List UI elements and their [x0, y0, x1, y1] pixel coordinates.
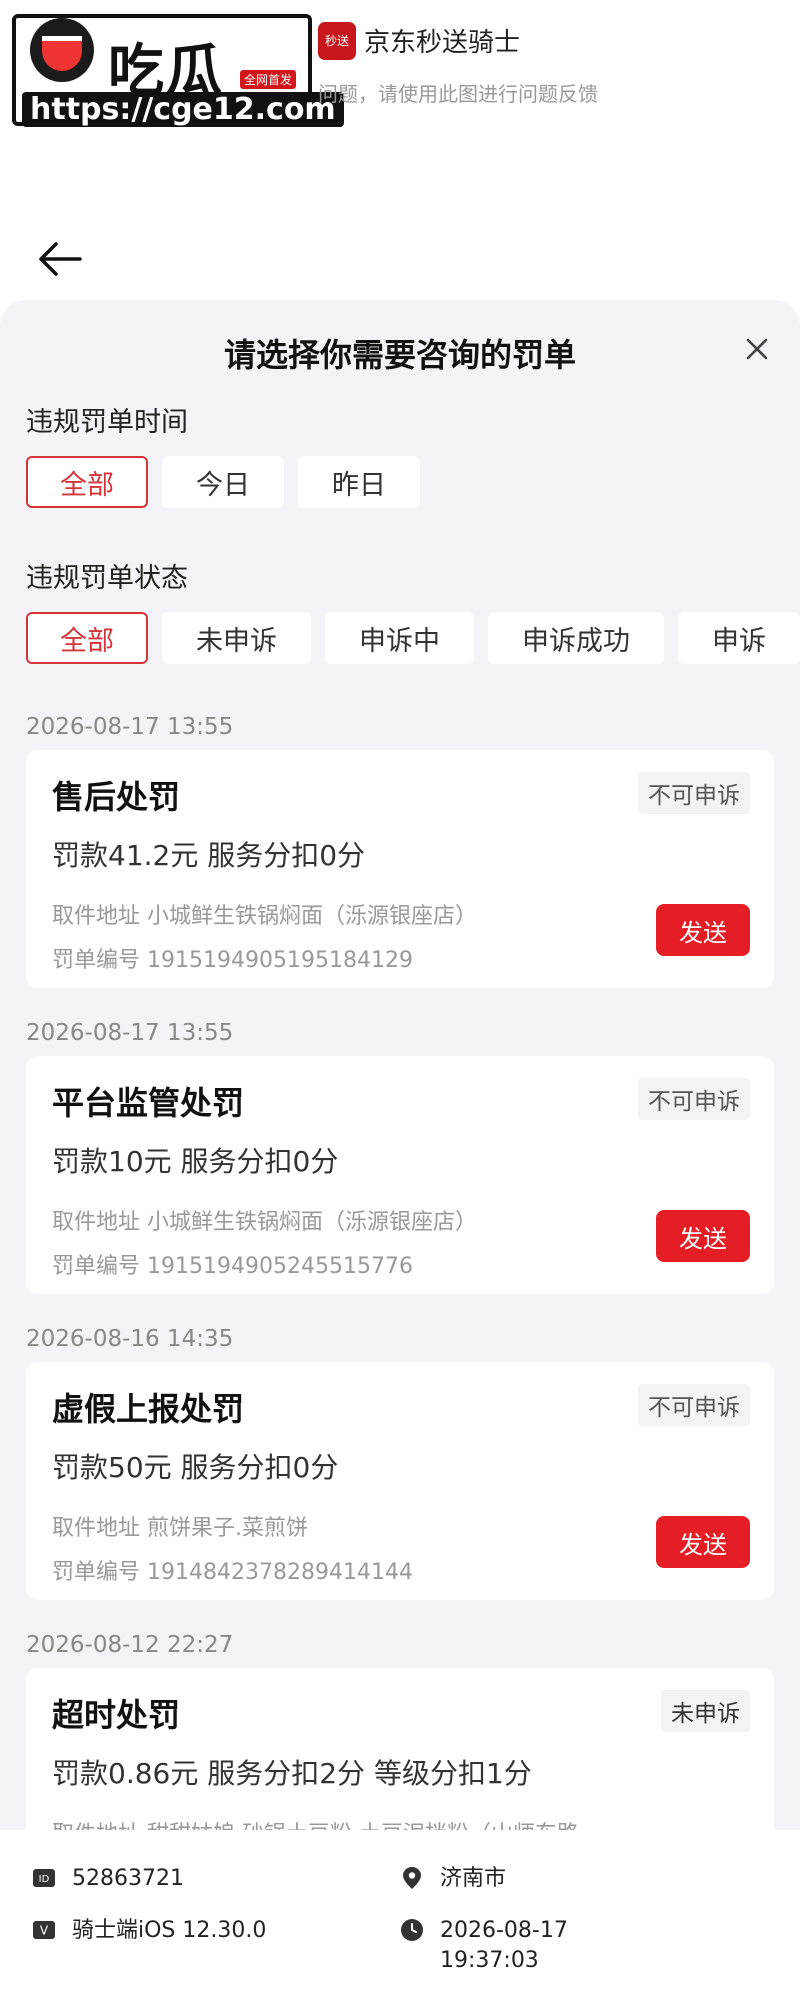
penalty-fine: 罚款0.86元 服务分扣2分 等级分扣1分: [52, 1757, 532, 1790]
datetime-date: 2026-08-17: [440, 1918, 568, 1943]
sheet-title: 请选择你需要咨询的罚单: [223, 336, 576, 374]
svg-text:V: V: [40, 1924, 49, 1938]
back-arrow-icon[interactable]: [36, 238, 86, 280]
status-chip-appeal-more[interactable]: 申诉: [678, 612, 800, 664]
watermark-tag: 全网首发: [240, 70, 297, 89]
record-date: 2026-08-16 14:35: [26, 1326, 234, 1352]
penalty-fine: 罚款50元 服务分扣0分: [52, 1451, 339, 1484]
id-icon: ID: [33, 1869, 55, 1887]
penalty-number: 罚单编号 1915194905195184129: [52, 948, 413, 973]
app-name: 京东秒送骑士: [364, 28, 521, 58]
penalty-title: 售后处罚: [52, 778, 181, 816]
penalty-title: 超时处罚: [52, 1696, 181, 1734]
penalty-title: 平台监管处罚: [52, 1084, 245, 1122]
time-filter-chips: 全部 今日 昨日: [26, 456, 420, 508]
status-chip-all[interactable]: 全部: [26, 612, 148, 664]
status-chip-appeal-success[interactable]: 申诉成功: [488, 612, 664, 664]
city-row: 济南市: [400, 1864, 506, 1894]
rider-id-row: ID 52863721: [32, 1864, 184, 1894]
clock-icon: [401, 1919, 423, 1941]
penalty-card[interactable]: 虚假上报处罚 不可申诉 罚款50元 服务分扣0分 取件地址 煎饼果子.菜煎饼 罚…: [26, 1362, 774, 1600]
status-badge: 未申诉: [661, 1690, 750, 1732]
pickup-address: 取件地址 小城鲜生铁锅焖面（泺源银座店）: [52, 1210, 477, 1235]
pickup-address: 取件地址 小城鲜生铁锅焖面（泺源银座店）: [52, 904, 477, 929]
svg-text:ID: ID: [39, 1874, 50, 1885]
client-version: 骑士端iOS 12.30.0: [72, 1918, 267, 1943]
send-button[interactable]: 发送: [656, 1210, 750, 1262]
datetime-time: 19:37:03: [440, 1948, 539, 1973]
status-chip-not-appealed[interactable]: 未申诉: [162, 612, 311, 664]
pickup-address: 取件地址 煎饼果子.菜煎饼: [52, 1516, 308, 1541]
time-chip-yesterday[interactable]: 昨日: [298, 456, 420, 508]
status-badge: 不可申诉: [638, 1384, 750, 1426]
penalty-fine: 罚款41.2元 服务分扣0分: [52, 839, 366, 872]
penalty-title: 虚假上报处罚: [52, 1390, 245, 1428]
device-info-footer: ID 52863721 济南市 V 骑士端iOS 12.30.0 2026-08…: [0, 1830, 800, 2004]
status-filter-label: 违规罚单状态: [26, 563, 188, 594]
close-icon[interactable]: [742, 334, 772, 364]
datetime-row: 2026-08-17 19:37:03: [400, 1916, 568, 1976]
penalty-card[interactable]: 平台监管处罚 不可申诉 罚款10元 服务分扣0分 取件地址 小城鲜生铁锅焖面（泺…: [26, 1056, 774, 1294]
status-filter-chips: 全部 未申诉 申诉中 申诉成功 申诉: [26, 612, 800, 664]
time-chip-all[interactable]: 全部: [26, 456, 148, 508]
penalty-number: 罚单编号 1915194905245515776: [52, 1254, 413, 1279]
status-badge: 不可申诉: [638, 772, 750, 814]
pickup-address: 取件地址 甜甜姑娘·砂锅土豆粉·土豆泥拌粉（山师东路: [52, 1816, 579, 1830]
time-filter-label: 违规罚单时间: [26, 407, 188, 438]
penalty-number: 罚单编号 1914842378289414144: [52, 1560, 413, 1585]
rider-id: 52863721: [72, 1866, 184, 1891]
app-icon: 秒送: [318, 22, 356, 60]
datetime: 2026-08-17 19:37:03: [440, 1916, 568, 1976]
penalty-card[interactable]: 售后处罚 不可申诉 罚款41.2元 服务分扣0分 取件地址 小城鲜生铁锅焖面（泺…: [26, 750, 774, 988]
version-icon: V: [33, 1921, 55, 1939]
penalty-card[interactable]: 超时处罚 未申诉 罚款0.86元 服务分扣2分 等级分扣1分 取件地址 甜甜姑娘…: [26, 1668, 774, 1830]
watermark-url: https://cge12.com: [22, 92, 344, 127]
time-chip-today[interactable]: 今日: [162, 456, 284, 508]
record-date: 2026-08-17 13:55: [26, 714, 234, 740]
city: 济南市: [440, 1866, 507, 1891]
status-chip-appealing[interactable]: 申诉中: [325, 612, 474, 664]
record-date: 2026-08-12 22:27: [26, 1632, 234, 1658]
watermark-logo: 吃瓜 全网首发 https://cge12.com: [12, 14, 344, 127]
record-date: 2026-08-17 13:55: [26, 1020, 234, 1046]
penalty-fine: 罚款10元 服务分扣0分: [52, 1145, 339, 1178]
status-badge: 不可申诉: [638, 1078, 750, 1120]
send-button[interactable]: 发送: [656, 1516, 750, 1568]
location-pin-icon: [403, 1867, 421, 1889]
client-version-row: V 骑士端iOS 12.30.0: [32, 1916, 266, 1946]
app-subtitle: 问题，请使用此图进行问题反馈: [318, 82, 598, 106]
watermelon-mascot-icon: [30, 18, 94, 82]
penalty-selection-sheet: 请选择你需要咨询的罚单 违规罚单时间 全部 今日 昨日 违规罚单状态 全部 未申…: [0, 300, 800, 1830]
send-button[interactable]: 发送: [656, 904, 750, 956]
